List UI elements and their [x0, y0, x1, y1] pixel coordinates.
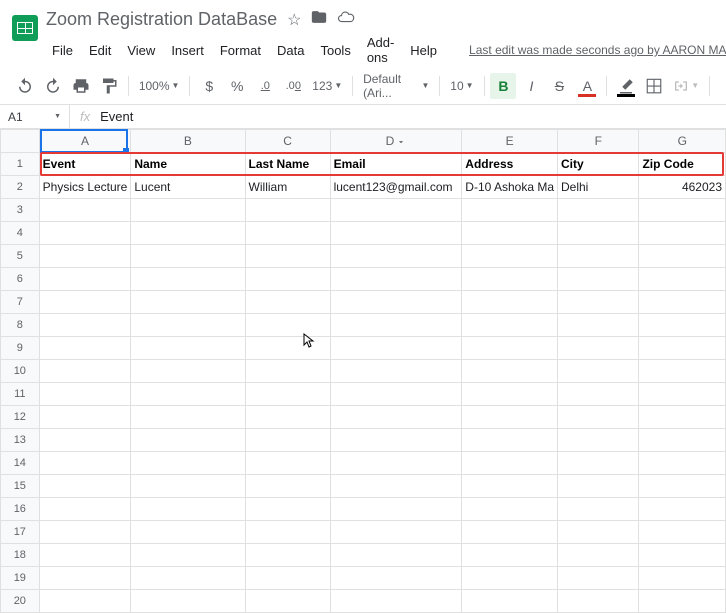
row-header-17[interactable]: 17	[1, 521, 40, 544]
borders-button[interactable]	[641, 73, 667, 99]
spreadsheet-grid[interactable]: A B C D E F G 1 Event Name Last Name Ema…	[0, 129, 726, 613]
row-header-6[interactable]: 6	[1, 268, 40, 291]
paint-format-button[interactable]	[96, 73, 122, 99]
cell-d1[interactable]: Email	[330, 153, 462, 176]
row-header-13[interactable]: 13	[1, 429, 40, 452]
row-header-1[interactable]: 1	[1, 153, 40, 176]
menu-bar: File Edit View Insert Format Data Tools …	[46, 33, 726, 67]
cell-d2[interactable]: lucent123@gmail.com	[330, 176, 462, 199]
number-format-select[interactable]: 123▼	[308, 79, 346, 93]
row-header-14[interactable]: 14	[1, 452, 40, 475]
cell-a1[interactable]: Event	[39, 153, 131, 176]
menu-help[interactable]: Help	[404, 41, 443, 60]
menu-format[interactable]: Format	[214, 41, 267, 60]
doc-title[interactable]: Zoom Registration DataBase	[46, 9, 277, 30]
col-header-e[interactable]: E	[462, 130, 558, 153]
fx-icon: fx	[70, 109, 100, 124]
col-header-g[interactable]: G	[639, 130, 726, 153]
last-edit-link[interactable]: Last edit was made seconds ago by AARON …	[463, 41, 726, 59]
cell-g2[interactable]: 462023	[639, 176, 726, 199]
row-header-19[interactable]: 19	[1, 567, 40, 590]
row-header-8[interactable]: 8	[1, 314, 40, 337]
row-header-10[interactable]: 10	[1, 360, 40, 383]
currency-button[interactable]: $	[196, 73, 222, 99]
redo-button[interactable]	[40, 73, 66, 99]
text-color-button[interactable]: A	[574, 73, 600, 99]
col-header-b[interactable]: B	[131, 130, 245, 153]
strike-button[interactable]: S	[546, 73, 572, 99]
menu-addons[interactable]: Add-ons	[361, 33, 400, 67]
row-header-9[interactable]: 9	[1, 337, 40, 360]
menu-tools[interactable]: Tools	[314, 41, 356, 60]
cell-f2[interactable]: Delhi	[558, 176, 639, 199]
row-header-12[interactable]: 12	[1, 406, 40, 429]
font-select[interactable]: Default (Ari...▼	[359, 72, 433, 100]
star-icon[interactable]: ☆	[287, 10, 301, 30]
menu-data[interactable]: Data	[271, 41, 310, 60]
menu-file[interactable]: File	[46, 41, 79, 60]
menu-insert[interactable]: Insert	[165, 41, 210, 60]
col-header-f[interactable]: F	[558, 130, 639, 153]
cell-e1[interactable]: Address	[462, 153, 558, 176]
cell-g1[interactable]: Zip Code	[639, 153, 726, 176]
row-header-7[interactable]: 7	[1, 291, 40, 314]
cell-e2[interactable]: D-10 Ashoka Ma	[462, 176, 558, 199]
italic-button[interactable]: I	[518, 73, 544, 99]
row-header-2[interactable]: 2	[1, 176, 40, 199]
bold-button[interactable]: B	[490, 73, 516, 99]
fill-color-button[interactable]	[613, 73, 639, 99]
row-header-15[interactable]: 15	[1, 475, 40, 498]
row-header-16[interactable]: 16	[1, 498, 40, 521]
dec-decimal-button[interactable]: .0	[252, 73, 278, 99]
row-header-18[interactable]: 18	[1, 544, 40, 567]
cell-c1[interactable]: Last Name	[245, 153, 330, 176]
row-header-11[interactable]: 11	[1, 383, 40, 406]
formula-bar[interactable]: Event	[100, 109, 133, 124]
filter-icon[interactable]	[396, 134, 406, 148]
move-icon[interactable]	[311, 9, 327, 30]
cell-b2[interactable]: Lucent	[131, 176, 245, 199]
print-button[interactable]	[68, 73, 94, 99]
menu-edit[interactable]: Edit	[83, 41, 117, 60]
cell-c2[interactable]: William	[245, 176, 330, 199]
menu-view[interactable]: View	[121, 41, 161, 60]
undo-button[interactable]	[12, 73, 38, 99]
sheets-logo[interactable]	[12, 8, 38, 48]
zoom-select[interactable]: 100%▼	[135, 79, 184, 93]
row-header-4[interactable]: 4	[1, 222, 40, 245]
cell-a2[interactable]: Physics Lecture	[39, 176, 131, 199]
toolbar: 100%▼ $ % .0 .00 123▼ Default (Ari...▼ 1…	[0, 67, 726, 105]
col-header-a[interactable]: A	[39, 130, 131, 153]
col-header-c[interactable]: C	[245, 130, 330, 153]
merge-button[interactable]: ▼	[669, 78, 703, 94]
row-header-20[interactable]: 20	[1, 590, 40, 613]
fontsize-select[interactable]: 10▼	[446, 79, 477, 93]
percent-button[interactable]: %	[224, 73, 250, 99]
col-header-d[interactable]: D	[330, 130, 462, 153]
cell-f1[interactable]: City	[558, 153, 639, 176]
inc-decimal-button[interactable]: .00	[280, 73, 306, 99]
name-box[interactable]: A1▼	[0, 105, 70, 128]
cell-b1[interactable]: Name	[131, 153, 245, 176]
cloud-icon[interactable]	[337, 8, 355, 31]
row-header-3[interactable]: 3	[1, 199, 40, 222]
select-all-corner[interactable]	[1, 130, 40, 153]
row-header-5[interactable]: 5	[1, 245, 40, 268]
